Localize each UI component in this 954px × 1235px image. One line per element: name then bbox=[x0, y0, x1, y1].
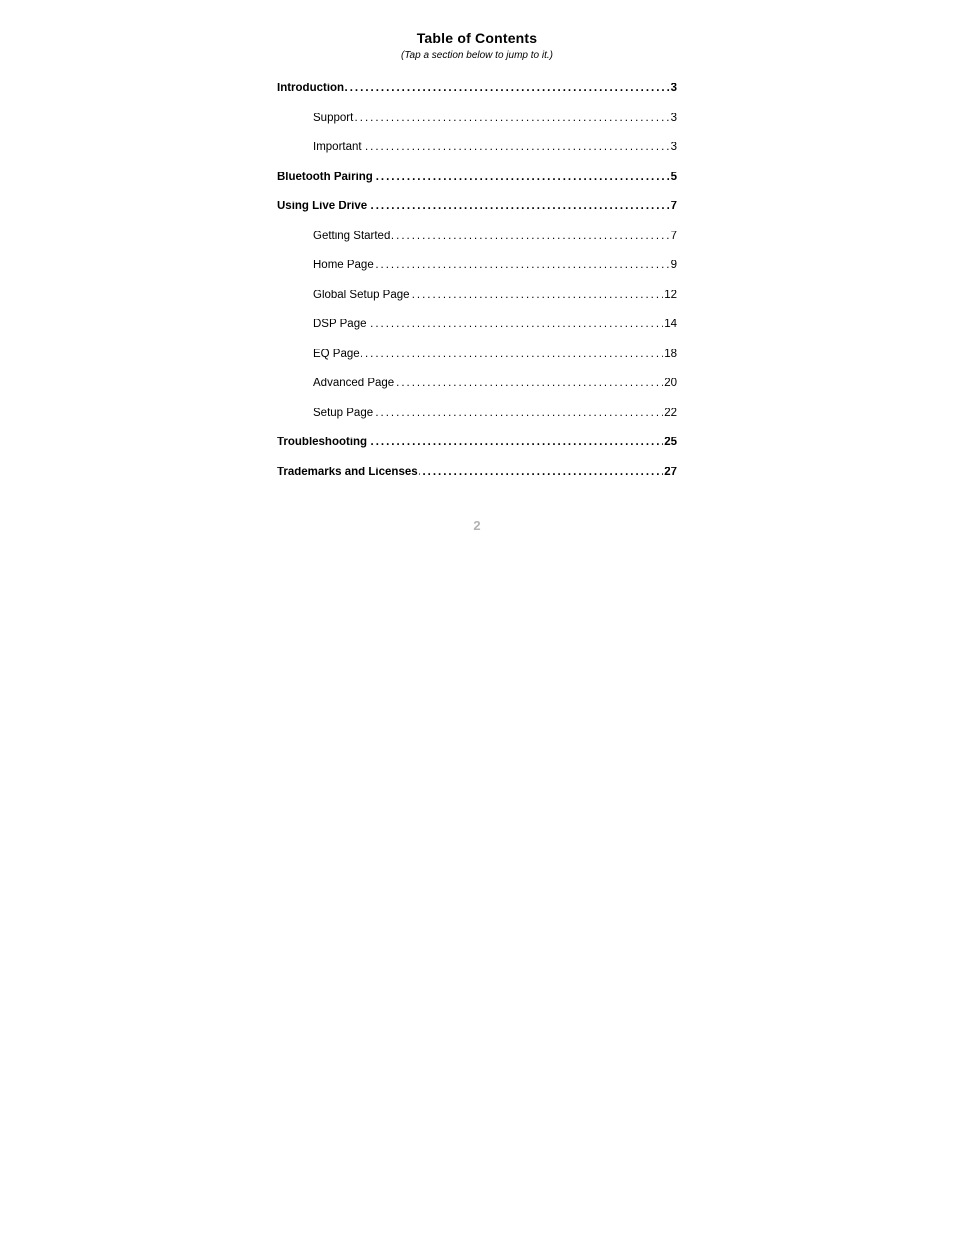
toc-entry[interactable]: 20 Advanced Page bbox=[277, 378, 677, 390]
toc-entry-page: 22 bbox=[663, 408, 677, 420]
toc-entry[interactable]: 25 Troubleshooting bbox=[277, 437, 677, 449]
toc-entry[interactable]: 22 Setup Page bbox=[277, 408, 677, 420]
toc-entry[interactable]: 3 Important bbox=[277, 142, 677, 154]
toc-entry[interactable]: 5 Bluetooth Pairing bbox=[277, 172, 677, 184]
toc-entry-label: Important bbox=[313, 142, 363, 153]
toc-entry-label: Support bbox=[313, 113, 354, 124]
toc-entry[interactable]: 12 Global Setup Page bbox=[277, 290, 677, 302]
toc-entry[interactable]: 18 EQ Page bbox=[277, 349, 677, 361]
toc-entry[interactable]: 14 DSP Page bbox=[277, 319, 677, 331]
toc-entry-label: Trademarks and Licenses bbox=[277, 467, 419, 478]
toc-entry-page: 5 bbox=[670, 172, 677, 184]
toc-entry-page: 27 bbox=[663, 467, 677, 479]
toc-entry-label: Getting Started bbox=[313, 231, 391, 242]
toc-entry-page: 3 bbox=[670, 83, 677, 95]
toc-entry-label: Setup Page bbox=[313, 408, 374, 419]
toc-entry-label: Introduction bbox=[277, 83, 345, 94]
toc-entry-label: EQ Page bbox=[313, 349, 361, 360]
toc-entry-page: 14 bbox=[663, 319, 677, 331]
page-title: Table of Contents bbox=[277, 30, 677, 46]
toc-entry-label: Troubleshooting bbox=[277, 437, 368, 448]
toc-entry-label: Advanced Page bbox=[313, 378, 395, 389]
toc-entry-page: 9 bbox=[670, 260, 677, 272]
toc-list: 3 Introduction 3 Support 3 Important 5 Bluet… bbox=[277, 83, 677, 478]
toc-entry-page: 18 bbox=[663, 349, 677, 361]
toc-entry-page: 25 bbox=[663, 437, 677, 449]
toc-entry-label: DSP Page bbox=[313, 319, 368, 330]
toc-entry-label: Global Setup Page bbox=[313, 290, 411, 301]
page-subtitle: (Tap a section below to jump to it.) bbox=[277, 50, 677, 61]
toc-entry[interactable]: 9 Home Page bbox=[277, 260, 677, 272]
toc-entry[interactable]: 3 Introduction bbox=[277, 83, 677, 95]
toc-entry-page: 7 bbox=[670, 201, 677, 213]
toc-entry[interactable]: 7 Using Live Drive bbox=[277, 201, 677, 213]
toc-entry-page: 20 bbox=[663, 378, 677, 390]
toc-entry-page: 12 bbox=[663, 290, 677, 302]
toc-container: Table of Contents (Tap a section below t… bbox=[277, 30, 677, 478]
toc-entry-page: 3 bbox=[670, 113, 677, 125]
toc-entry-page: 3 bbox=[670, 142, 677, 154]
toc-entry[interactable]: 3 Support bbox=[277, 113, 677, 125]
toc-entry[interactable]: 27 Trademarks and Licenses bbox=[277, 467, 677, 479]
toc-entry-label: Bluetooth Pairing bbox=[277, 172, 374, 183]
page-number: 2 bbox=[0, 518, 954, 533]
toc-entry[interactable]: 7 Getting Started bbox=[277, 231, 677, 243]
toc-entry-label: Home Page bbox=[313, 260, 375, 271]
toc-entry-label: Using Live Drive bbox=[277, 201, 368, 212]
toc-entry-page: 7 bbox=[670, 231, 677, 243]
